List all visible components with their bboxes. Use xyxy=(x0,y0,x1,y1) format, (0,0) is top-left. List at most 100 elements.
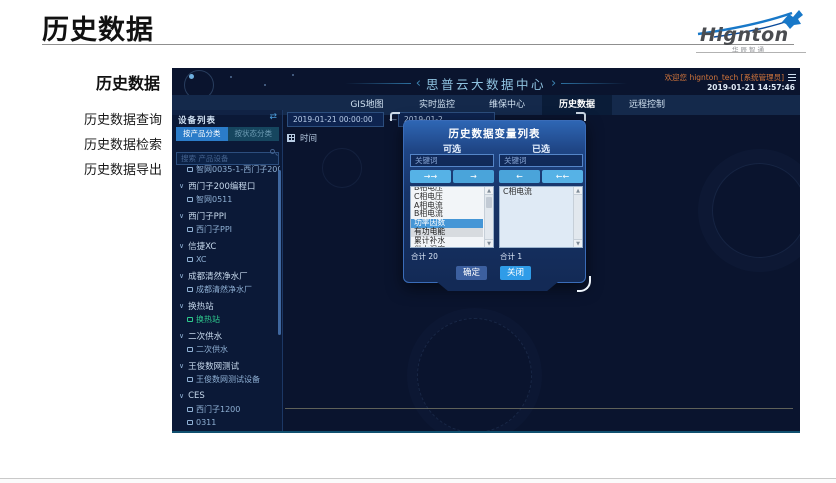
tree-group[interactable]: ∨二次供水 xyxy=(172,328,280,343)
tree-leaf[interactable]: XC xyxy=(172,253,280,266)
decor-dot xyxy=(292,74,294,76)
scroll-up-icon[interactable]: ▲ xyxy=(574,187,582,195)
dashboard-title: 思普云大数据中心 xyxy=(426,74,546,93)
available-scrollbar[interactable]: ▲ ▼ xyxy=(484,187,493,247)
tab-by-status[interactable]: 按状态分类 xyxy=(228,127,280,141)
content-divider xyxy=(285,408,793,409)
device-icon xyxy=(187,257,193,262)
tree-leaf-selected[interactable]: 换热站 xyxy=(172,313,280,326)
list-item[interactable]: 供水温度 xyxy=(411,246,483,248)
device-search xyxy=(176,146,279,159)
panel-tabs: 按产品分类 按状态分类 xyxy=(176,127,279,141)
date-from-input[interactable] xyxy=(287,112,384,127)
tree-leaf[interactable]: 0311 xyxy=(172,416,280,429)
tree-leaf[interactable]: 王俊数网测试设备 xyxy=(172,373,280,386)
chevron-down-icon: ∨ xyxy=(179,272,184,280)
device-icon xyxy=(187,197,193,202)
tree-leaf[interactable]: 智网0511 xyxy=(172,193,280,206)
tree-label: 换热站 xyxy=(196,314,220,325)
selected-total: 合计 1 xyxy=(500,251,522,262)
selected-column: 已选 ← ←← C相电流 ▲ ▼ 合计 1 xyxy=(499,121,583,282)
move-all-right-button[interactable]: →→ xyxy=(410,170,451,183)
tree-group[interactable]: ∨ 换热站 xyxy=(172,298,280,313)
logo-underline xyxy=(696,52,806,53)
move-left-button[interactable]: ← xyxy=(499,170,540,183)
menu-icon[interactable] xyxy=(788,74,796,81)
device-icon xyxy=(187,167,193,172)
tree-group[interactable]: ∨成都清然净水厂 xyxy=(172,268,280,283)
move-all-left-button[interactable]: ←← xyxy=(542,170,583,183)
date-range-separator: — xyxy=(389,115,397,124)
chevron-down-icon: ∨ xyxy=(179,242,184,250)
chevron-down-icon: ∨ xyxy=(179,392,184,400)
welcome-text: 欢迎您 hignton_tech [系统管理员] xyxy=(665,72,784,83)
scroll-up-icon[interactable]: ▲ xyxy=(485,187,493,195)
slide-footer-line xyxy=(0,478,836,483)
sidebar-heading: 历史数据 xyxy=(60,70,160,94)
tree-leaf[interactable]: 西门子1200 xyxy=(172,403,280,416)
tree-label: 二次供水 xyxy=(188,330,222,342)
tree-leaf[interactable]: 成都清然净水厂 xyxy=(172,283,280,296)
move-right-button[interactable]: → xyxy=(453,170,494,183)
modal-bottom-notch xyxy=(437,282,558,291)
scroll-down-icon[interactable]: ▼ xyxy=(574,239,582,247)
scrollbar-thumb[interactable] xyxy=(486,197,492,208)
sidebar-item-query[interactable]: 历史数据查询 xyxy=(84,109,162,128)
decor-dot xyxy=(230,76,232,78)
tree-label: 王俊数网测试设备 xyxy=(196,374,260,385)
tree-label: 智网0511 xyxy=(196,194,232,205)
title-wing-right xyxy=(561,83,627,84)
panel-scrollbar[interactable] xyxy=(278,170,281,335)
tree-label: 信捷XC xyxy=(188,240,216,252)
tree-label: XC xyxy=(196,255,206,264)
title-wing-left xyxy=(345,83,411,84)
tree-leaf[interactable]: 西门子PPI xyxy=(172,223,280,236)
tree-group[interactable]: ∨王俊数网测试 xyxy=(172,358,280,373)
available-column: 可选 →→ → B相电压 C相电压 A相电流 B相电流 功率因数 有功电能 累计… xyxy=(410,121,494,282)
logo-text: Hignton xyxy=(700,24,789,46)
tree-label: 成都清然净水厂 xyxy=(196,284,252,295)
device-icon xyxy=(187,407,193,412)
transfer-buttons-left: →→ → xyxy=(410,170,494,183)
tree-group[interactable]: ∨ 信捷XC xyxy=(172,238,280,253)
selected-keyword-input[interactable] xyxy=(499,154,583,167)
tree-leaf[interactable]: 二次供水 xyxy=(172,343,280,356)
tree-label: 0311 xyxy=(196,418,216,427)
tree-group[interactable]: ∨ 西门子200编程口 xyxy=(172,178,280,193)
selected-scrollbar[interactable]: ▲ ▼ xyxy=(573,187,582,247)
decor-ring xyxy=(322,148,362,188)
datetime-text: 2019-01-21 14:57:46 xyxy=(707,83,795,92)
list-item[interactable]: C相电流 xyxy=(500,188,572,197)
tree-leaf[interactable]: 智网0035-1-西门子200 xyxy=(172,163,280,176)
device-list-panel: 设备列表 ⇄ 按产品分类 按状态分类 智网0035-1-西门子200 ∨西门子2… xyxy=(172,110,283,433)
available-list: B相电压 C相电压 A相电流 B相电流 功率因数 有功电能 累计补水 供水温度 … xyxy=(410,186,494,248)
dashboard: ‹ 思普云大数据中心 › 欢迎您 hignton_tech [系统管理员] 20… xyxy=(172,68,800,433)
device-icon xyxy=(187,420,193,425)
tree-group[interactable]: ∨CES xyxy=(172,388,280,403)
tree-label: 西门子200编程口 xyxy=(188,180,255,192)
device-icon xyxy=(187,347,193,352)
decor-ring xyxy=(712,163,800,258)
tree-label: 换热站 xyxy=(188,300,214,312)
bracket-right-icon: › xyxy=(551,79,556,89)
chevron-down-icon: ∨ xyxy=(179,362,184,370)
sidebar-item-search[interactable]: 历史数据检索 xyxy=(84,134,162,153)
device-icon xyxy=(187,227,193,232)
grid-icon xyxy=(287,134,295,142)
sidebar-item-export[interactable]: 历史数据导出 xyxy=(84,159,162,178)
nav-tab-history[interactable]: 历史数据 xyxy=(542,95,612,115)
tab-by-product[interactable]: 按产品分类 xyxy=(176,127,228,141)
available-keyword-input[interactable] xyxy=(410,154,494,167)
chevron-down-icon: ∨ xyxy=(179,302,184,310)
chevron-down-icon: ∨ xyxy=(179,212,184,220)
panel-transfer-icon[interactable]: ⇄ xyxy=(269,112,277,122)
nav-tab-remote[interactable]: 远程控制 xyxy=(612,95,682,115)
table-header-time: 时间 xyxy=(287,132,317,144)
close-button[interactable]: 关闭 xyxy=(500,266,531,280)
confirm-button[interactable]: 确定 xyxy=(456,266,487,280)
scroll-down-icon[interactable]: ▼ xyxy=(485,239,493,247)
transfer-buttons-right: ← ←← xyxy=(499,170,583,183)
tree-group[interactable]: ∨ 西门子PPI xyxy=(172,208,280,223)
chevron-down-icon: ∨ xyxy=(179,182,184,190)
tree-label: 西门子PPI xyxy=(188,210,226,222)
